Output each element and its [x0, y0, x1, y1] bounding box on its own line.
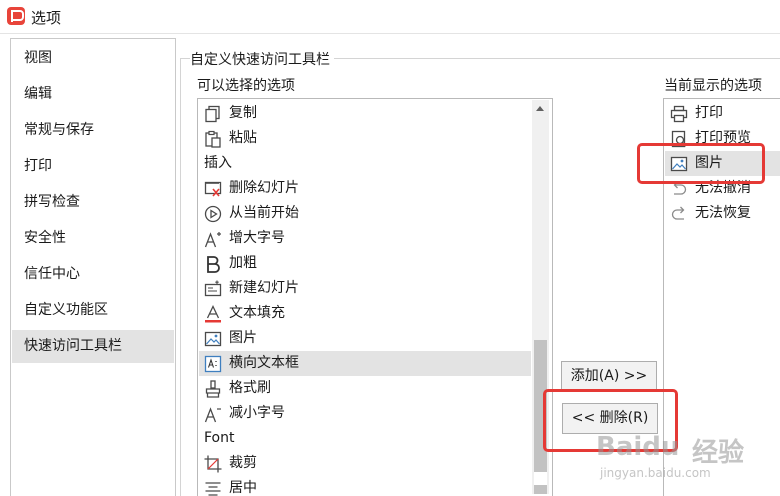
list-item-decrease-font[interactable]: 减小字号 — [199, 401, 531, 426]
textbox-icon — [204, 355, 222, 373]
current-item-redo[interactable]: 无法恢复 — [665, 201, 780, 226]
current-item-print[interactable]: 打印 — [665, 101, 780, 126]
new-slide-icon — [204, 280, 222, 297]
center-align-icon — [205, 482, 221, 496]
current-list-label: 当前显示的选项 — [664, 78, 762, 94]
list-item-insert[interactable]: 插入 — [199, 151, 531, 176]
text-fill-icon — [205, 305, 221, 323]
nav-item-customize-ribbon[interactable]: 自定义功能区 — [12, 294, 174, 327]
title-bar: 选项 — [0, 0, 780, 34]
highlight-box-current-picture — [637, 143, 765, 184]
baidu-jingyan-watermark: Baidu 经验 jingyan.baidu.com — [596, 430, 766, 490]
nav-item-spell-check[interactable]: 拼写检查 — [12, 186, 174, 219]
nav-item-edit[interactable]: 编辑 — [12, 78, 174, 111]
available-commands-list[interactable]: 复制 粘贴 插入 删除幻灯片 从当前开始 增大字号 加粗 新建幻灯片 文本填充 … — [197, 98, 553, 496]
list-item-center-align[interactable]: 居中 — [199, 476, 531, 496]
printer-icon — [670, 105, 688, 123]
list-item-bold[interactable]: 加粗 — [199, 251, 531, 276]
play-from-current-icon — [204, 205, 222, 223]
app-logo-icon — [7, 7, 25, 25]
list-item-copy[interactable]: 复制 — [199, 101, 531, 126]
list-item-font[interactable]: Font — [199, 426, 531, 451]
nav-item-view[interactable]: 视图 — [12, 42, 174, 75]
watermark-logo: Baidu — [596, 432, 680, 462]
nav-item-security[interactable]: 安全性 — [12, 222, 174, 255]
list-item-increase-font[interactable]: 增大字号 — [199, 226, 531, 251]
delete-slide-icon — [204, 181, 222, 197]
nav-item-quick-access-toolbar[interactable]: 快速访问工具栏 — [12, 330, 174, 363]
available-list-label: 可以选择的选项 — [197, 78, 295, 94]
copy-icon — [205, 105, 220, 123]
list-item-new-slide[interactable]: 新建幻灯片 — [199, 276, 531, 301]
scroll-up-arrow-icon[interactable] — [532, 100, 549, 117]
list-item-text-fill[interactable]: 文本填充 — [199, 301, 531, 326]
section-vertical-divider — [180, 58, 181, 496]
bold-icon — [207, 256, 220, 273]
format-painter-icon — [205, 380, 221, 398]
nav-item-trust-center[interactable]: 信任中心 — [12, 258, 174, 291]
list-item-format-painter[interactable]: 格式刷 — [199, 376, 531, 401]
increase-font-icon — [204, 232, 221, 248]
watermark-jingyan: 经验 — [692, 438, 745, 468]
list-item-horizontal-textbox[interactable]: 横向文本框 — [199, 351, 531, 376]
list-item-play-from-current[interactable]: 从当前开始 — [199, 201, 531, 226]
watermark-url: jingyan.baidu.com — [600, 466, 711, 480]
list-item-paste[interactable]: 粘贴 — [199, 126, 531, 151]
crop-icon — [204, 455, 222, 473]
decrease-font-icon — [204, 407, 221, 423]
paste-icon — [205, 130, 221, 148]
window-title: 选项 — [31, 9, 62, 27]
nav-item-general-save[interactable]: 常规与保存 — [12, 114, 174, 147]
section-title: 自定义快速访问工具栏 — [190, 49, 334, 69]
nav-item-print[interactable]: 打印 — [12, 150, 174, 183]
options-nav: 视图 编辑 常规与保存 打印 拼写检查 安全性 信任中心 自定义功能区 快速访问… — [10, 38, 176, 496]
scroll-down-button[interactable] — [534, 472, 547, 485]
list-item-crop[interactable]: 裁剪 — [199, 451, 531, 476]
list-item-delete-slide[interactable]: 删除幻灯片 — [199, 176, 531, 201]
picture-icon — [204, 331, 222, 347]
list-item-picture[interactable]: 图片 — [199, 326, 531, 351]
redo-icon — [671, 206, 685, 220]
add-button[interactable]: 添加(A) >> — [561, 361, 657, 392]
